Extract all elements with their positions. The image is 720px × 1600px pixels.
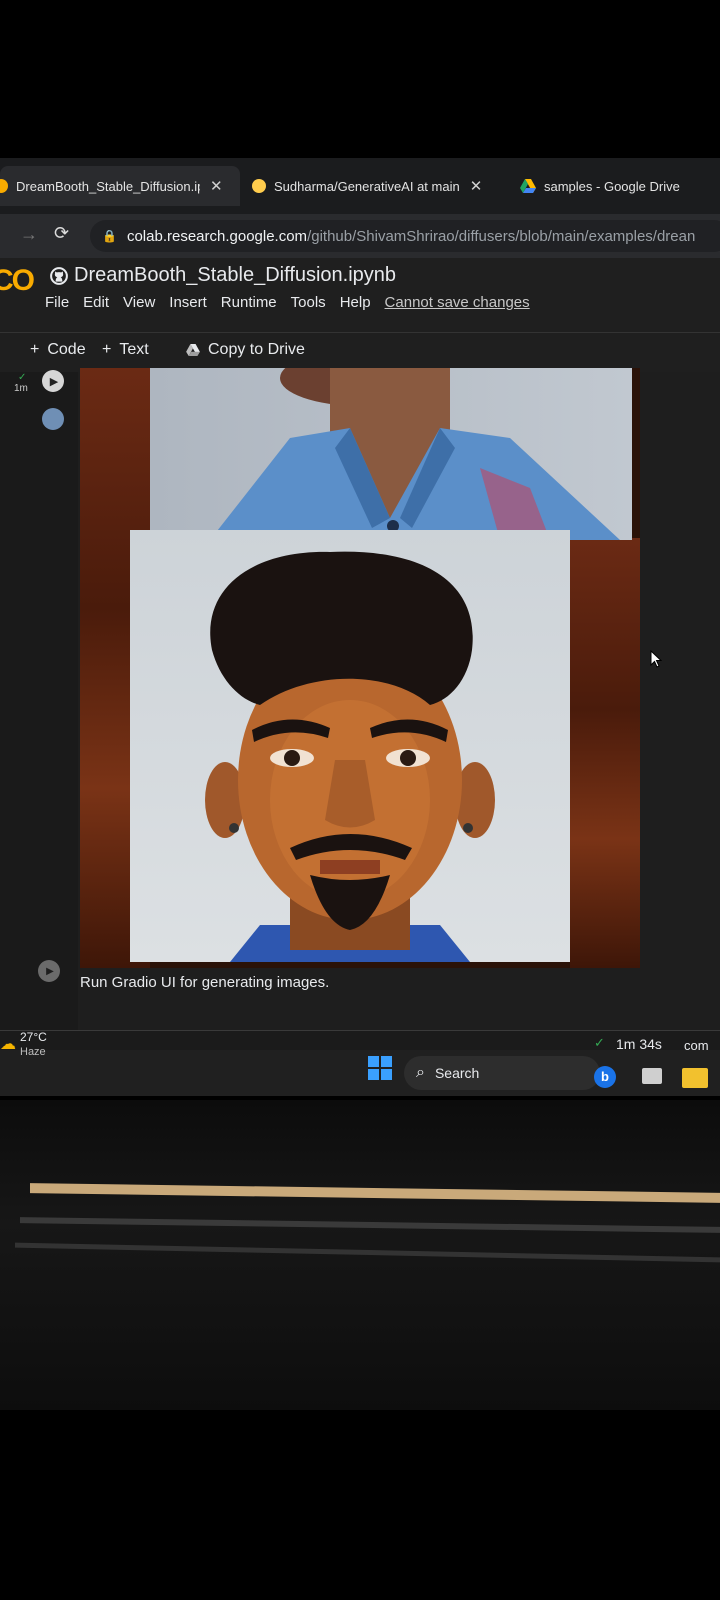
plus-icon: + <box>102 341 112 358</box>
plus-icon: + <box>30 341 40 358</box>
taskbar-search[interactable]: ⌕ Search <box>404 1056 600 1090</box>
menu-tools[interactable]: Tools <box>291 294 326 311</box>
tab-label: samples - Google Drive <box>544 178 680 194</box>
bezel-edge <box>20 1217 720 1233</box>
github-icon <box>50 266 68 285</box>
bing-icon[interactable]: b <box>594 1066 616 1088</box>
temperature: 27°C <box>20 1030 47 1044</box>
play-icon: ▶ <box>49 375 59 388</box>
copy-to-drive-button[interactable]: Copy to Drive <box>186 341 305 359</box>
close-tab-icon[interactable]: ✕ <box>470 177 483 195</box>
menu-file[interactable]: File <box>45 294 69 311</box>
search-icon: ⌕ <box>416 1064 425 1081</box>
notebook-title-text: DreamBooth_Stable_Diffusion.ipynb <box>74 264 397 286</box>
portrait-face-image <box>205 551 495 962</box>
tab-github[interactable]: Sudharma/GenerativeAI at main ✕ <box>252 166 502 206</box>
menu-help[interactable]: Help <box>340 294 371 311</box>
run-cell-button[interactable]: ▶ <box>42 370 64 392</box>
status-check-icon: ✓ <box>594 1035 605 1050</box>
lock-icon: 🔒 <box>102 229 117 243</box>
cell-exec-time: 1m <box>14 383 28 394</box>
weather-icon: ☁ <box>0 1036 16 1053</box>
url-field[interactable]: 🔒 colab.research.google.com/github/Shiva… <box>90 220 720 252</box>
play-icon: ▶ <box>46 965 54 977</box>
colab-favicon-icon <box>0 179 8 193</box>
weather-status: Haze <box>20 1046 46 1058</box>
add-text-label: Text <box>119 341 149 358</box>
menu-edit[interactable]: Edit <box>83 294 109 311</box>
task-view-icon[interactable] <box>642 1068 662 1084</box>
windows-start-icon[interactable] <box>368 1056 392 1080</box>
close-tab-icon[interactable]: ✕ <box>210 177 223 195</box>
url-host: colab.research.google.com <box>126 227 308 245</box>
google-drive-icon <box>520 179 536 193</box>
tab-dreambooth[interactable]: DreamBooth_Stable_Diffusion.ipy ✕ <box>0 166 240 206</box>
drive-icon <box>186 344 200 356</box>
checkmark-icon: ✓ <box>18 372 27 383</box>
hugging-face-icon <box>252 179 266 193</box>
forward-arrow-icon[interactable]: → <box>20 224 38 245</box>
generated-image-main <box>130 530 570 962</box>
address-bar-row: → ⟳ 🔒 colab.research.google.com/github/S… <box>0 214 720 258</box>
windows-taskbar: ☁ 27°C Haze ⌕ Search b <box>0 1030 720 1096</box>
file-explorer-icon[interactable] <box>682 1068 708 1088</box>
menu-runtime[interactable]: Runtime <box>221 294 277 311</box>
mouse-cursor-icon <box>650 650 662 668</box>
run-gradio-cell-button[interactable]: ▶ <box>38 960 60 982</box>
bezel-edge <box>30 1183 720 1203</box>
add-code-button[interactable]: + Code <box>30 341 86 359</box>
url-path: /github/ShivamShrirao/diffusers/blob/mai… <box>307 227 696 245</box>
reload-icon[interactable]: ⟳ <box>54 223 69 244</box>
cannot-save-link[interactable]: Cannot save changes <box>385 294 530 311</box>
wood-background <box>570 538 640 968</box>
tab-google-drive[interactable]: samples - Google Drive <box>520 166 720 206</box>
browser-tab-bar: DreamBooth_Stable_Diffusion.ipy ✕ Sudhar… <box>0 158 720 214</box>
laptop-bezel <box>0 1100 720 1410</box>
colab-header: CO DreamBooth_Stable_Diffusion.ipynb Fil… <box>0 258 720 332</box>
avatar <box>42 408 64 430</box>
notebook-title[interactable]: DreamBooth_Stable_Diffusion.ipynb <box>50 264 396 287</box>
bezel-edge <box>15 1242 720 1263</box>
cell-gutter <box>0 372 78 1030</box>
tab-label: DreamBooth_Stable_Diffusion.ipy <box>16 178 200 194</box>
colab-logo[interactable]: CO <box>0 264 35 298</box>
portrait-shirt-image <box>210 368 620 540</box>
notebook-toolbar: + Code + Text Copy to Drive <box>0 332 720 373</box>
menu-insert[interactable]: Insert <box>169 294 207 311</box>
menu-view[interactable]: View <box>123 294 155 311</box>
add-text-button[interactable]: + Text <box>102 341 149 359</box>
copy-to-drive-label: Copy to Drive <box>208 341 305 358</box>
gradio-cell-text: Run Gradio UI for generating images. <box>80 974 330 991</box>
search-label: Search <box>434 1065 480 1081</box>
add-code-label: Code <box>47 341 86 358</box>
generated-image-top <box>150 368 632 540</box>
tab-label: Sudharma/GenerativeAI at main <box>274 178 460 194</box>
menu-bar: File Edit View Insert Runtime Tools Help… <box>45 294 530 311</box>
